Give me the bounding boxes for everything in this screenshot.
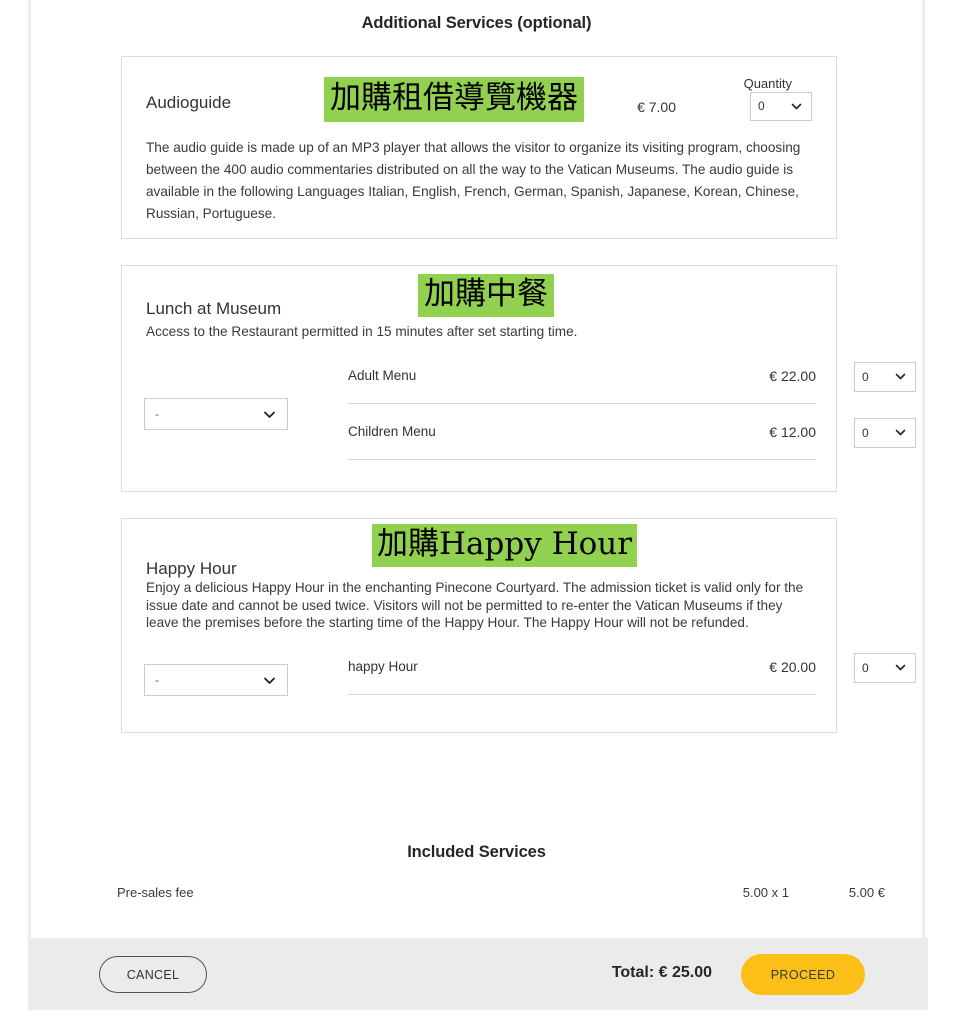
menu-item-name: happy Hour — [348, 659, 418, 674]
menu-item-quantity-select[interactable]: 0 — [854, 653, 916, 683]
menu-item-price: € 22.00 — [769, 368, 816, 384]
table-row: happy Hour € 20.00 0 — [348, 651, 916, 695]
checkout-page: Additional Services (optional) Audioguid… — [0, 0, 956, 1024]
lunch-time-select[interactable]: - — [144, 398, 288, 430]
included-services-title: Included Services — [407, 843, 546, 861]
cancel-button[interactable]: CANCEL — [99, 956, 207, 993]
table-row: Pre-sales fee 5.00 x 1 5.00 € — [117, 885, 894, 909]
included-service-name: Pre-sales fee — [117, 885, 194, 900]
footer-bar: CANCEL Total: € 25.00 PROCEED — [28, 938, 928, 1010]
included-service-multiplier: 5.00 x 1 — [742, 885, 789, 900]
menu-item-quantity-select[interactable]: 0 — [854, 362, 916, 392]
audioguide-name: Audioguide — [146, 93, 232, 112]
audioguide-chinese-badge: 加購租借導覽機器 — [324, 77, 584, 122]
table-row: Adult Menu € 22.00 0 — [348, 360, 916, 404]
chevron-down-icon — [894, 426, 907, 439]
audioguide-description: The audio guide is made up of an MP3 pla… — [146, 140, 801, 221]
chevron-down-icon — [894, 370, 907, 383]
table-row: Children Menu € 12.00 0 — [348, 416, 916, 460]
happy-hour-name: Happy Hour — [146, 559, 237, 578]
audioguide-quantity-select[interactable]: 0 — [750, 92, 812, 121]
included-services-list: Pre-sales fee 5.00 x 1 5.00 € — [117, 885, 894, 909]
menu-item-name: Children Menu — [348, 424, 436, 439]
menu-item-quantity-value: 0 — [862, 661, 869, 675]
included-service-total: 5.00 € — [848, 885, 885, 900]
proceed-button[interactable]: PROCEED — [741, 954, 865, 995]
audioguide-header-row: Audioguide 加購租借導覽機器 € 7.00 Quantity 0 — [122, 57, 836, 133]
audioguide-quantity-value: 0 — [758, 99, 765, 113]
menu-item-price: € 20.00 — [769, 659, 816, 675]
happy-hour-time-value: - — [155, 673, 159, 687]
happy-hour-description: Enjoy a delicious Happy Hour in the ench… — [146, 580, 804, 630]
menu-item-quantity-value: 0 — [862, 370, 869, 384]
lunch-card: Lunch at Museum 加購中餐 Access to the Resta… — [121, 265, 916, 492]
order-total: Total: € 25.00 — [611, 964, 712, 981]
happy-hour-chinese-badge: 加購Happy Hour — [372, 524, 638, 567]
chevron-down-icon — [262, 673, 277, 688]
audioguide-quantity-label: Quantity — [743, 76, 792, 91]
chevron-down-icon — [262, 407, 277, 422]
audioguide-card: Audioguide 加購租借導覽機器 € 7.00 Quantity 0 Th… — [121, 56, 837, 239]
menu-item-price: € 12.00 — [769, 424, 816, 440]
menu-item-quantity-value: 0 — [862, 426, 869, 440]
lunch-name: Lunch at Museum — [146, 299, 282, 318]
lunch-subtitle: Access to the Restaurant permitted in 15… — [146, 324, 578, 339]
happy-hour-card: Happy Hour 加購Happy Hour Enjoy a deliciou… — [121, 518, 916, 733]
lunch-chinese-badge: 加購中餐 — [418, 274, 554, 317]
content-panel: Additional Services (optional) Audioguid… — [28, 0, 925, 938]
happy-hour-time-select[interactable]: - — [144, 664, 288, 696]
additional-services-title: Additional Services (optional) — [361, 14, 592, 32]
menu-item-quantity-select[interactable]: 0 — [854, 418, 916, 448]
lunch-time-value: - — [155, 407, 159, 421]
menu-item-name: Adult Menu — [348, 368, 417, 383]
chevron-down-icon — [894, 661, 907, 674]
chevron-down-icon — [790, 100, 803, 113]
audioguide-price: € 7.00 — [637, 99, 676, 115]
